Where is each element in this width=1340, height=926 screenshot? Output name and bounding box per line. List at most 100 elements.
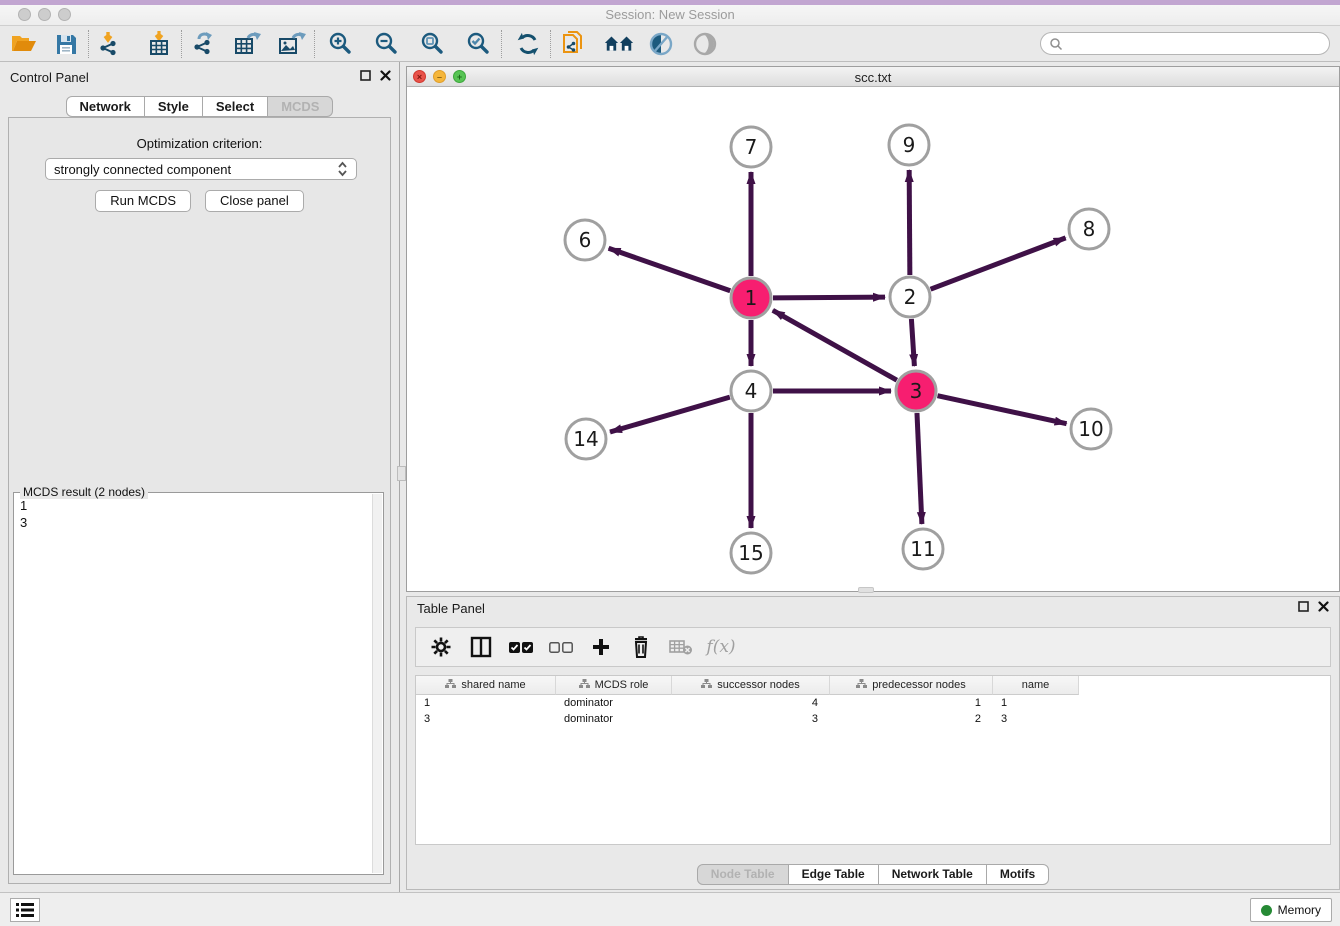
export-network-icon[interactable] xyxy=(188,28,220,60)
deselect-all-checkboxes-icon[interactable] xyxy=(548,634,574,660)
table-panel: Table Panel f(x) shared n xyxy=(406,596,1340,890)
table-panel-tabs: Node TableEdge TableNetwork TableMotifs xyxy=(407,864,1339,885)
delete-column-icon[interactable] xyxy=(628,634,654,660)
cell-predecessor-nodes[interactable]: 2 xyxy=(830,711,993,727)
column-header-mcds-role[interactable]: MCDS role xyxy=(556,676,672,695)
main-toolbar xyxy=(0,26,1340,62)
node-label-9: 9 xyxy=(903,133,916,157)
table-row[interactable]: 3dominator323 xyxy=(416,711,1330,727)
run-mcds-button[interactable]: Run MCDS xyxy=(95,190,191,212)
cell-name[interactable]: 1 xyxy=(993,695,1079,711)
table-panel-title: Table Panel xyxy=(417,601,485,616)
node-label-15: 15 xyxy=(738,541,763,565)
cell-name[interactable]: 3 xyxy=(993,711,1079,727)
search-input[interactable] xyxy=(1067,37,1329,51)
memory-button[interactable]: Memory xyxy=(1250,898,1332,922)
select-all-checkboxes-icon[interactable] xyxy=(508,634,534,660)
float-panel-icon[interactable] xyxy=(360,70,371,81)
network-graph-svg: 7968124314101511 xyxy=(407,87,1339,591)
add-column-icon[interactable] xyxy=(588,634,614,660)
column-label: MCDS role xyxy=(595,679,649,691)
memory-status-icon xyxy=(1261,905,1272,916)
column-header-shared-name[interactable]: shared name xyxy=(416,676,556,695)
zoom-fit-icon[interactable] xyxy=(417,28,449,60)
node-label-10: 10 xyxy=(1078,417,1103,441)
split-columns-icon[interactable] xyxy=(468,634,494,660)
node-table[interactable]: shared name MCDS role successor nodes prede… xyxy=(415,675,1331,845)
export-table-icon[interactable] xyxy=(232,28,264,60)
edge-3-to-11[interactable] xyxy=(917,413,922,524)
cell-predecessor-nodes[interactable]: 1 xyxy=(830,695,993,711)
edge-4-to-14[interactable] xyxy=(610,397,730,432)
close-table-panel-icon[interactable] xyxy=(1318,601,1329,612)
first-neighbors-icon[interactable] xyxy=(603,28,635,60)
optimization-criterion-select[interactable]: strongly connected component xyxy=(45,158,357,180)
close-panel-icon[interactable] xyxy=(380,70,391,81)
horizontal-splitter-grip[interactable] xyxy=(858,587,874,593)
mcds-result-scrollbar[interactable] xyxy=(372,494,382,873)
table-tab-motifs[interactable]: Motifs xyxy=(987,864,1049,885)
node-label-8: 8 xyxy=(1083,217,1096,241)
memory-button-label: Memory xyxy=(1278,903,1321,917)
cell-mcds-role[interactable]: dominator xyxy=(556,695,672,711)
edge-3-to-1[interactable] xyxy=(773,310,897,380)
table-tab-network-table[interactable]: Network Table xyxy=(879,864,987,885)
import-table-icon[interactable] xyxy=(143,28,175,60)
edge-1-to-2[interactable] xyxy=(773,297,885,298)
column-header-successor-nodes[interactable]: successor nodes xyxy=(672,676,830,695)
toolbar-separator xyxy=(88,30,89,58)
edge-2-to-9[interactable] xyxy=(909,170,910,275)
new-network-from-selection-icon[interactable] xyxy=(557,28,589,60)
network-canvas[interactable]: 7968124314101511 xyxy=(407,87,1339,591)
hide-selected-icon[interactable] xyxy=(645,28,677,60)
edge-3-to-10[interactable] xyxy=(937,396,1066,424)
edge-2-to-3[interactable] xyxy=(911,319,914,366)
column-label: predecessor nodes xyxy=(872,679,966,691)
table-row[interactable]: 1dominator411 xyxy=(416,695,1330,711)
zoom-out-icon[interactable] xyxy=(371,28,403,60)
float-table-panel-icon[interactable] xyxy=(1298,601,1309,612)
vertical-splitter-grip[interactable] xyxy=(397,466,406,481)
node-label-2: 2 xyxy=(904,285,917,309)
node-label-14: 14 xyxy=(573,427,598,451)
export-image-icon[interactable] xyxy=(276,28,308,60)
table-tab-edge-table[interactable]: Edge Table xyxy=(789,864,879,885)
toolbar-separator xyxy=(550,30,551,58)
column-type-icon xyxy=(856,679,867,692)
network-window-title: scc.txt xyxy=(407,70,1339,85)
column-type-icon xyxy=(579,679,590,692)
cell-mcds-role[interactable]: dominator xyxy=(556,711,672,727)
cell-successor-nodes[interactable]: 4 xyxy=(672,695,830,711)
save-session-icon[interactable] xyxy=(50,28,82,60)
open-file-icon[interactable] xyxy=(8,28,40,60)
edge-2-to-8[interactable] xyxy=(931,238,1066,289)
search-field[interactable] xyxy=(1040,32,1330,55)
status-bar: Memory xyxy=(0,892,1340,926)
task-history-button[interactable] xyxy=(10,898,40,922)
show-all-icon[interactable] xyxy=(689,28,721,60)
tab-mcds[interactable]: MCDS xyxy=(268,96,333,117)
network-view-window: × – + scc.txt 7968124314101511 xyxy=(406,66,1340,592)
function-builder-icon[interactable]: f(x) xyxy=(708,634,734,660)
refresh-icon[interactable] xyxy=(512,28,544,60)
edge-1-to-6[interactable] xyxy=(609,248,731,290)
gear-icon[interactable] xyxy=(428,634,454,660)
close-panel-button[interactable]: Close panel xyxy=(205,190,304,212)
tab-network[interactable]: Network xyxy=(66,96,145,117)
cell-successor-nodes[interactable]: 3 xyxy=(672,711,830,727)
tab-select[interactable]: Select xyxy=(203,96,268,117)
cell-shared-name[interactable]: 1 xyxy=(416,695,556,711)
node-label-1: 1 xyxy=(745,286,758,310)
toolbar-separator xyxy=(501,30,502,58)
zoom-in-icon[interactable] xyxy=(325,28,357,60)
tab-style[interactable]: Style xyxy=(145,96,203,117)
column-header-name[interactable]: name xyxy=(993,676,1079,695)
zoom-selected-icon[interactable] xyxy=(463,28,495,60)
import-network-icon[interactable] xyxy=(95,28,127,60)
cell-shared-name[interactable]: 3 xyxy=(416,711,556,727)
app-titlebar: Session: New Session xyxy=(0,0,1340,26)
select-stepper-icon xyxy=(337,160,348,178)
column-header-predecessor-nodes[interactable]: predecessor nodes xyxy=(830,676,993,695)
delete-table-icon[interactable] xyxy=(668,634,694,660)
table-tab-node-table[interactable]: Node Table xyxy=(697,864,789,885)
